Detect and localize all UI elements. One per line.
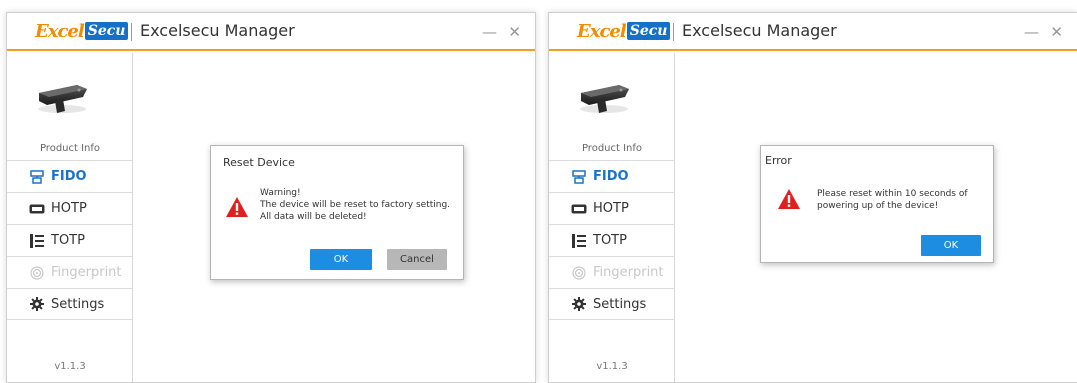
logo-text-excel: Excel	[577, 20, 627, 42]
logo-text-secu: Secu	[84, 22, 129, 40]
dialog-message: Warning! The device will be reset to fac…	[260, 187, 450, 223]
hotp-icon	[29, 202, 45, 216]
sidebar-item-hotp[interactable]: HOTP	[7, 192, 133, 224]
sidebar-nav: FIDO HOTP TOTP Fingerprint Settings	[549, 160, 675, 320]
title-divider	[131, 23, 132, 41]
fido-icon	[571, 169, 587, 184]
excelsecu-logo: Excel Secu	[577, 20, 671, 42]
sidebar-item-settings[interactable]: Settings	[7, 288, 133, 320]
app-title: Excelsecu Manager	[682, 21, 837, 40]
security-key-device-image[interactable]	[33, 71, 91, 117]
sidebar-item-fido[interactable]: FIDO	[549, 160, 675, 192]
hotp-icon	[571, 202, 587, 216]
main-content: Reset Device Warning! The device will be…	[134, 53, 535, 382]
sidebar-item-fingerprint[interactable]: Fingerprint	[7, 256, 133, 288]
sidebar-item-label: Fingerprint	[593, 265, 664, 280]
message-line: powering up of the device!	[817, 201, 939, 211]
sidebar: Product Info FIDO HOTP TOTP Fingerprint …	[7, 53, 133, 382]
excelsecu-logo: Excel Secu	[35, 20, 129, 42]
sidebar: Product Info FIDO HOTP TOTP Fingerprint …	[549, 53, 675, 382]
title-bar: Excel Secu Excelsecu Manager — ✕	[7, 13, 535, 51]
totp-icon	[29, 233, 45, 248]
version-label: v1.1.3	[54, 361, 86, 372]
app-title: Excelsecu Manager	[140, 21, 295, 40]
logo-text-excel: Excel	[35, 20, 85, 42]
minimize-button[interactable]: —	[1024, 23, 1039, 41]
gear-icon	[29, 297, 45, 311]
title-divider	[673, 23, 674, 41]
version-label: v1.1.3	[596, 361, 628, 372]
dialog-title: Error	[765, 154, 792, 167]
fido-icon	[29, 169, 45, 184]
sidebar-item-label: Settings	[593, 296, 647, 312]
ok-button[interactable]: OK	[310, 249, 372, 270]
close-button[interactable]: ✕	[1050, 23, 1063, 41]
sidebar-item-label: HOTP	[51, 201, 87, 216]
security-key-device-image[interactable]	[575, 71, 633, 117]
totp-icon	[571, 233, 587, 248]
dialog-message: Please reset within 10 seconds of poweri…	[817, 188, 968, 212]
close-button[interactable]: ✕	[508, 23, 521, 41]
product-info-label[interactable]: Product Info	[549, 143, 675, 154]
message-line: Please reset within 10 seconds of	[817, 189, 968, 199]
sidebar-item-totp[interactable]: TOTP	[549, 224, 675, 256]
product-info-label[interactable]: Product Info	[7, 143, 133, 154]
message-line: Warning!	[260, 188, 301, 198]
ok-button[interactable]: OK	[921, 235, 981, 256]
minimize-button[interactable]: —	[482, 23, 497, 41]
logo-text-secu: Secu	[626, 22, 671, 40]
sidebar-item-label: Settings	[51, 296, 105, 312]
gear-icon	[571, 297, 587, 311]
sidebar-nav: FIDO HOTP TOTP Fingerprint Settings	[7, 160, 133, 320]
sidebar-item-label: HOTP	[593, 201, 629, 216]
fingerprint-icon	[29, 265, 45, 280]
sidebar-item-totp[interactable]: TOTP	[7, 224, 133, 256]
message-line: All data will be deleted!	[260, 212, 367, 222]
sidebar-item-settings[interactable]: Settings	[549, 288, 675, 320]
warning-icon	[778, 189, 800, 209]
app-window-error: Excel Secu Excelsecu Manager — ✕ Product …	[548, 12, 1077, 383]
sidebar-item-label: TOTP	[51, 233, 85, 248]
cancel-button[interactable]: Cancel	[387, 249, 447, 270]
error-dialog: Error Please reset within 10 seconds of …	[760, 145, 994, 263]
sidebar-item-fingerprint[interactable]: Fingerprint	[549, 256, 675, 288]
sidebar-item-fido[interactable]: FIDO	[7, 160, 133, 192]
dialog-title: Reset Device	[223, 156, 295, 169]
sidebar-item-label: TOTP	[593, 233, 627, 248]
main-content: Error Please reset within 10 seconds of …	[676, 53, 1077, 382]
message-line: The device will be reset to factory sett…	[260, 200, 451, 210]
sidebar-item-label: FIDO	[593, 169, 629, 184]
sidebar-item-hotp[interactable]: HOTP	[549, 192, 675, 224]
sidebar-item-label: Fingerprint	[51, 265, 122, 280]
app-window-reset: Excel Secu Excelsecu Manager — ✕ Product …	[6, 12, 536, 383]
warning-icon	[226, 197, 248, 217]
reset-device-dialog: Reset Device Warning! The device will be…	[210, 145, 464, 280]
sidebar-item-label: FIDO	[51, 169, 87, 184]
title-bar: Excel Secu Excelsecu Manager — ✕	[549, 13, 1077, 51]
fingerprint-icon	[571, 265, 587, 280]
